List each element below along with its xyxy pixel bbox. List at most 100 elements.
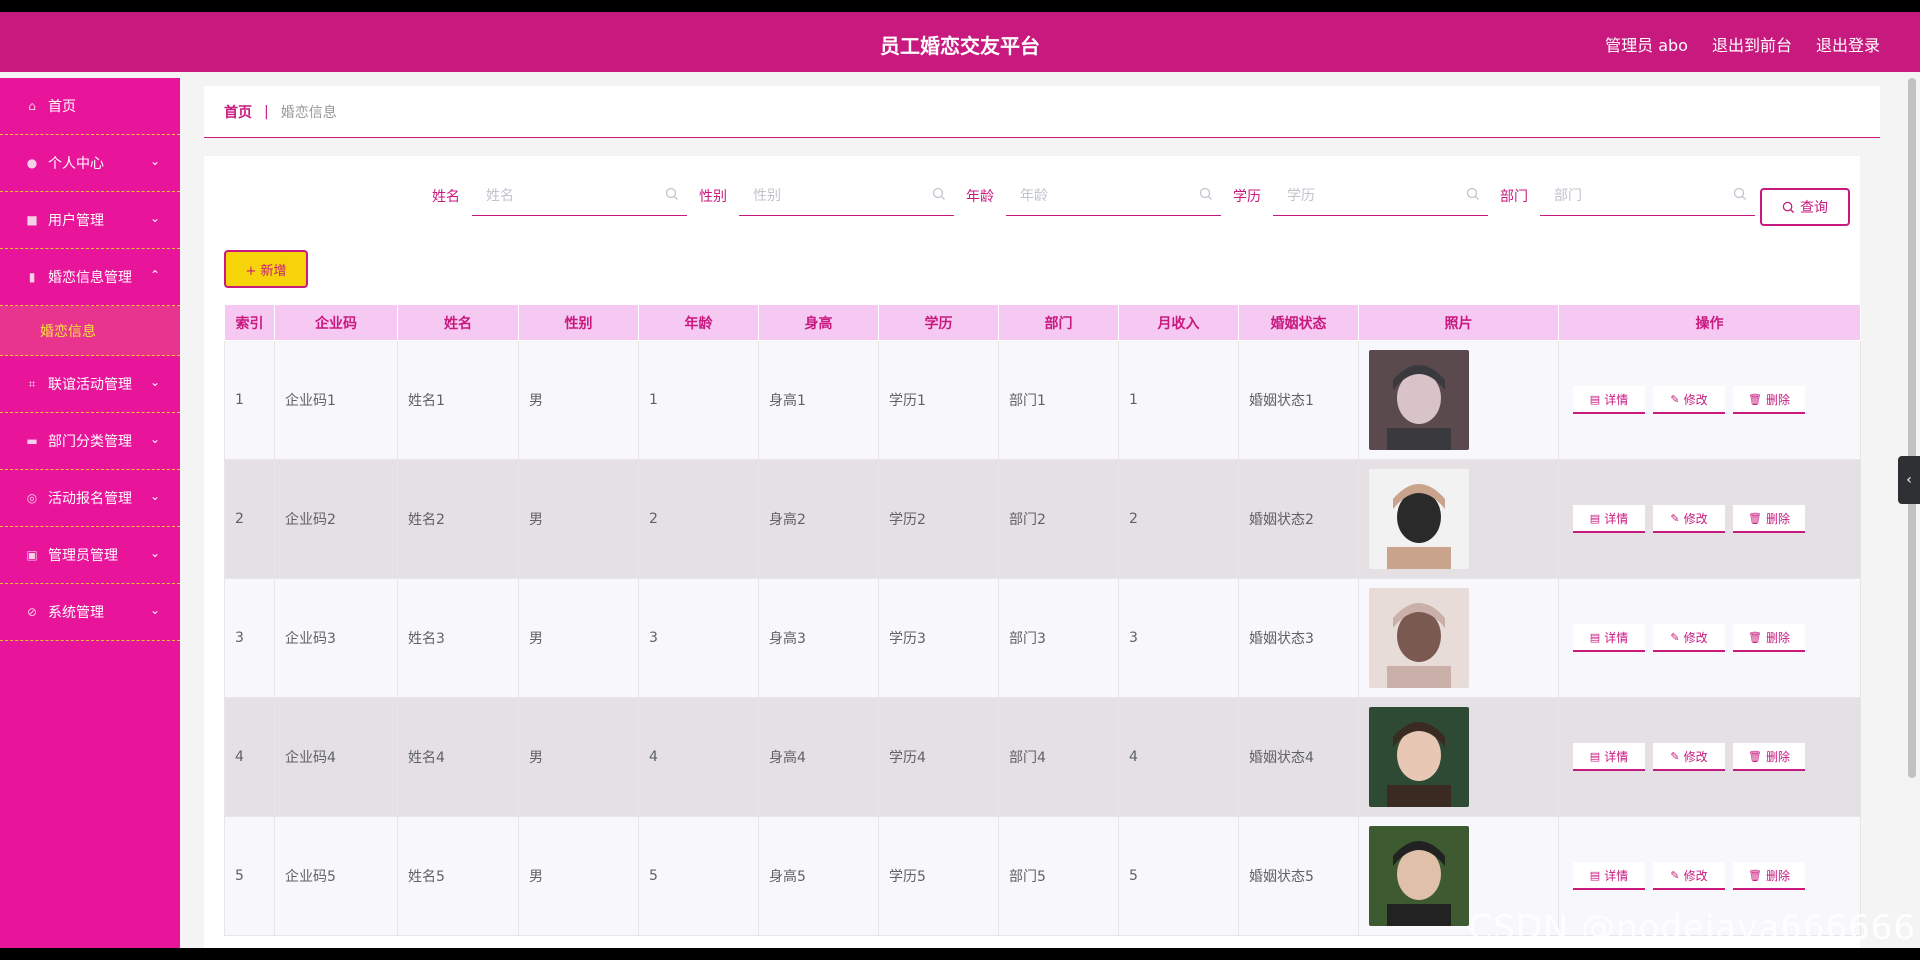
collapse-panel-tab[interactable]: ‹ [1898,456,1920,504]
profile-photo [1369,588,1469,688]
column-header[interactable]: 部门 [998,304,1119,341]
logout-link[interactable]: 退出登录 [1816,32,1880,56]
column-header[interactable]: 学历 [878,304,999,341]
breadcrumb: 首页 | 婚恋信息 [204,86,1880,138]
delete-button[interactable]: 🗑 删除 [1733,624,1805,652]
table-cell-idx: 2 [224,459,275,579]
table-cell-actions: ▤ 详情 ✎ 修改 🗑 删除 [1558,578,1861,698]
breadcrumb-separator: | [264,103,269,120]
document-icon: ▤ [1589,630,1601,644]
table-cell-height: 身高3 [758,578,879,698]
sidebar-item-departments[interactable]: ▬ 部门分类管理 ⌄ [0,413,180,470]
department-input[interactable] [1554,187,1724,204]
column-header[interactable]: 月收入 [1118,304,1239,341]
column-header[interactable]: 性别 [518,304,639,341]
table-header-row: 索引 企业码 姓名 性别 年龄 身高 学历 部门 月收入 婚姻状态 照片 操作 [224,304,1861,341]
search-label: 性别 [699,189,727,205]
table-cell-income: 3 [1118,578,1239,698]
detail-button[interactable]: ▤ 详情 [1573,624,1645,652]
sidebar-item-system[interactable]: ⊘ 系统管理 ⌄ [0,584,180,641]
column-header[interactable]: 姓名 [397,304,519,341]
query-button[interactable]: 查询 [1760,188,1850,226]
table-cell-status: 婚姻状态1 [1238,340,1359,460]
table-cell-actions: ▤ 详情 ✎ 修改 🗑 删除 [1558,459,1861,579]
search-field-gender: 性别 [699,176,954,216]
column-header[interactable]: 婚姻状态 [1238,304,1359,341]
row-actions: ▤ 详情 ✎ 修改 🗑 删除 [1569,505,1860,533]
sidebar-item-signups[interactable]: ◎ 活动报名管理 ⌄ [0,470,180,527]
pencil-icon: ✎ [1670,868,1680,882]
trash-icon: 🗑 [1748,392,1762,406]
search-box [1273,176,1488,216]
scrollbar[interactable] [1908,78,1916,778]
detail-button[interactable]: ▤ 详情 [1573,386,1645,414]
sidebar-item-home[interactable]: ⌂ 首页 [0,78,180,135]
table-cell-idx: 4 [224,697,275,817]
table-row: 1 企业码1 姓名1 男 1 身高1 学历1 部门1 1 婚姻状态1 ▤ 详情 ✎ 修改 🗑 删除 [224,340,1861,460]
table-row: 3 企业码3 姓名3 男 3 身高3 学历3 部门3 3 婚姻状态3 ▤ 详情 ✎ 修改 🗑 删除 [224,578,1861,698]
table-row: 2 企业码2 姓名2 男 2 身高2 学历2 部门2 2 婚姻状态2 ▤ 详情 ✎ 修改 🗑 删除 [224,459,1861,579]
chevron-down-icon: ⌄ [149,603,160,617]
table-cell-status: 婚姻状态4 [1238,697,1359,817]
sidebar-item-label: 婚恋信息管理 [48,270,132,286]
gender-input[interactable] [753,187,923,204]
edit-button[interactable]: ✎ 修改 [1653,624,1725,652]
table-cell-height: 身高5 [758,816,879,936]
delete-button[interactable]: 🗑 删除 [1733,743,1805,771]
edit-button[interactable]: ✎ 修改 [1653,862,1725,890]
to-front-link[interactable]: 退出到前台 [1712,32,1792,56]
age-input[interactable] [1020,187,1190,204]
row-actions: ▤ 详情 ✎ 修改 🗑 删除 [1569,862,1860,890]
breadcrumb-home[interactable]: 首页 [224,102,252,122]
table-cell-gender: 男 [518,697,639,817]
table-cell-dept: 部门3 [998,578,1119,698]
table-cell-age: 2 [638,459,759,579]
sidebar-item-marriage-info[interactable]: ▮ 婚恋信息管理 ⌃ [0,249,180,306]
detail-button[interactable]: ▤ 详情 [1573,743,1645,771]
delete-button[interactable]: 🗑 删除 [1733,505,1805,533]
edit-button[interactable]: ✎ 修改 [1653,505,1725,533]
profile-photo [1369,350,1469,450]
table-cell-status: 婚姻状态3 [1238,578,1359,698]
search-label: 学历 [1233,189,1261,205]
column-header[interactable]: 索引 [224,304,275,341]
table-cell-age: 3 [638,578,759,698]
table-cell-gender: 男 [518,578,639,698]
detail-label: 详情 [1604,511,1629,526]
sidebar-item-events[interactable]: ⌗ 联谊活动管理 ⌄ [0,356,180,413]
sidebar-subitem-marriage-info[interactable]: 婚恋信息 [0,306,180,356]
chevron-down-icon: ⌄ [149,432,160,446]
table-cell-name: 姓名5 [397,816,519,936]
user-icon: ● [26,156,38,170]
column-header[interactable]: 企业码 [274,304,398,341]
add-button[interactable]: + 新增 [224,250,308,288]
sidebar-item-users[interactable]: ■ 用户管理 ⌄ [0,192,180,249]
education-input[interactable] [1287,187,1457,204]
sidebar-item-admins[interactable]: ▣ 管理员管理 ⌄ [0,527,180,584]
name-input[interactable] [486,187,656,204]
detail-button[interactable]: ▤ 详情 [1573,505,1645,533]
pencil-icon: ✎ [1670,630,1680,644]
delete-button[interactable]: 🗑 删除 [1733,386,1805,414]
marriage-info-table: 索引 企业码 姓名 性别 年龄 身高 学历 部门 月收入 婚姻状态 照片 操作 [224,304,1861,936]
submenu-label: 婚恋信息 [40,323,96,340]
sidebar-item-label: 管理员管理 [48,548,118,564]
sidebar-item-label: 部门分类管理 [48,434,132,450]
edit-label: 修改 [1683,749,1708,764]
top-bar: 员工婚恋交友平台 管理员 abo 退出到前台 退出登录 [0,12,1920,72]
column-header[interactable]: 年龄 [638,304,759,341]
table-cell-name: 姓名3 [397,578,519,698]
row-actions: ▤ 详情 ✎ 修改 🗑 删除 [1569,743,1860,771]
detail-label: 详情 [1604,630,1629,645]
detail-button[interactable]: ▤ 详情 [1573,862,1645,890]
edit-button[interactable]: ✎ 修改 [1653,386,1725,414]
search-label: 姓名 [432,189,460,205]
edit-button[interactable]: ✎ 修改 [1653,743,1725,771]
table-cell-idx: 1 [224,340,275,460]
table-cell-photo [1358,697,1559,817]
edit-label: 修改 [1683,630,1708,645]
delete-button[interactable]: 🗑 删除 [1733,862,1805,890]
sidebar-item-personal[interactable]: ● 个人中心 ⌄ [0,135,180,192]
search-box [472,176,687,216]
column-header[interactable]: 身高 [758,304,879,341]
